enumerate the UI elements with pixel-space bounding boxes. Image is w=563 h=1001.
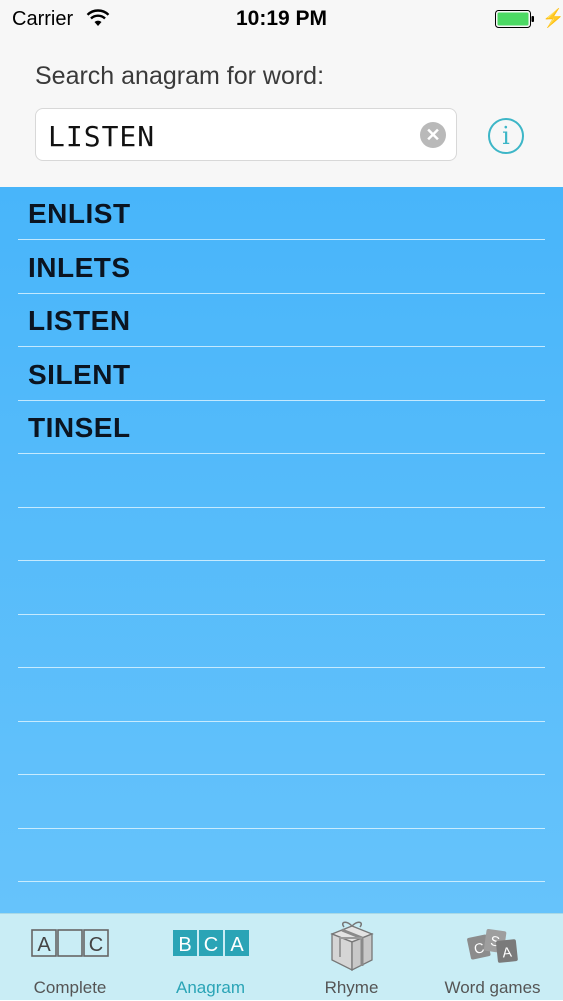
clear-icon[interactable]: ✕ bbox=[420, 122, 446, 148]
tab-label: Anagram bbox=[176, 978, 245, 997]
empty-row bbox=[18, 455, 545, 508]
list-item-label: SILENT bbox=[28, 358, 131, 390]
tab-label: Rhyme bbox=[324, 978, 379, 997]
list-item-label: ENLIST bbox=[28, 198, 131, 229]
letter-cards-icon: C S A bbox=[465, 926, 521, 971]
empty-row bbox=[18, 508, 545, 561]
tab-anagram[interactable]: B C A Anagram bbox=[140, 914, 281, 1001]
tab-bar: A C Complete B C A Anagram Rhyme C S A W… bbox=[0, 913, 563, 1000]
empty-row bbox=[18, 722, 545, 775]
gift-icon bbox=[324, 920, 380, 977]
list-item-label: TINSEL bbox=[28, 412, 131, 443]
bca-letters-icon: B C A bbox=[172, 928, 250, 963]
tab-icon-letter: B bbox=[178, 934, 191, 956]
tab-icon-letter: C bbox=[203, 934, 217, 956]
empty-row bbox=[18, 562, 545, 615]
info-icon[interactable]: i bbox=[488, 118, 524, 154]
empty-row bbox=[18, 615, 545, 668]
ac-letters-icon: A C bbox=[31, 928, 109, 963]
status-bar: Carrier 10:19 PM ⚡ bbox=[0, 0, 563, 40]
list-item-label: INLETS bbox=[28, 251, 131, 283]
results-list: ENLIST INLETS LISTEN SILENT TINSEL bbox=[0, 187, 563, 913]
search-box[interactable]: ✕ bbox=[35, 108, 457, 161]
tab-label: Word games bbox=[444, 978, 541, 997]
list-item[interactable]: ENLIST bbox=[18, 187, 545, 240]
search-header: Search anagram for word: ✕ i bbox=[0, 40, 563, 187]
tab-icon-letter: C bbox=[89, 934, 103, 956]
search-input[interactable] bbox=[46, 115, 410, 157]
tab-complete[interactable]: A C Complete bbox=[0, 914, 140, 1001]
empty-row bbox=[18, 669, 545, 722]
list-item-label: LISTEN bbox=[28, 305, 131, 336]
empty-row bbox=[18, 829, 545, 882]
empty-row bbox=[18, 776, 545, 829]
list-item[interactable]: LISTEN bbox=[18, 294, 545, 347]
tab-icon-letter: A bbox=[37, 934, 51, 956]
tab-rhyme[interactable]: Rhyme bbox=[281, 914, 422, 1001]
tab-label: Complete bbox=[33, 978, 107, 997]
tab-icon-letter: A bbox=[230, 934, 244, 956]
tab-word-games[interactable]: C S A Word games bbox=[422, 914, 563, 1001]
battery-icon bbox=[495, 10, 535, 28]
list-item[interactable]: TINSEL bbox=[18, 401, 545, 454]
charging-icon: ⚡ bbox=[542, 8, 563, 28]
search-label: Search anagram for word: bbox=[35, 62, 325, 90]
list-item[interactable]: SILENT bbox=[18, 348, 545, 401]
clock: 10:19 PM bbox=[235, 7, 328, 30]
list-item[interactable]: INLETS bbox=[18, 241, 545, 294]
